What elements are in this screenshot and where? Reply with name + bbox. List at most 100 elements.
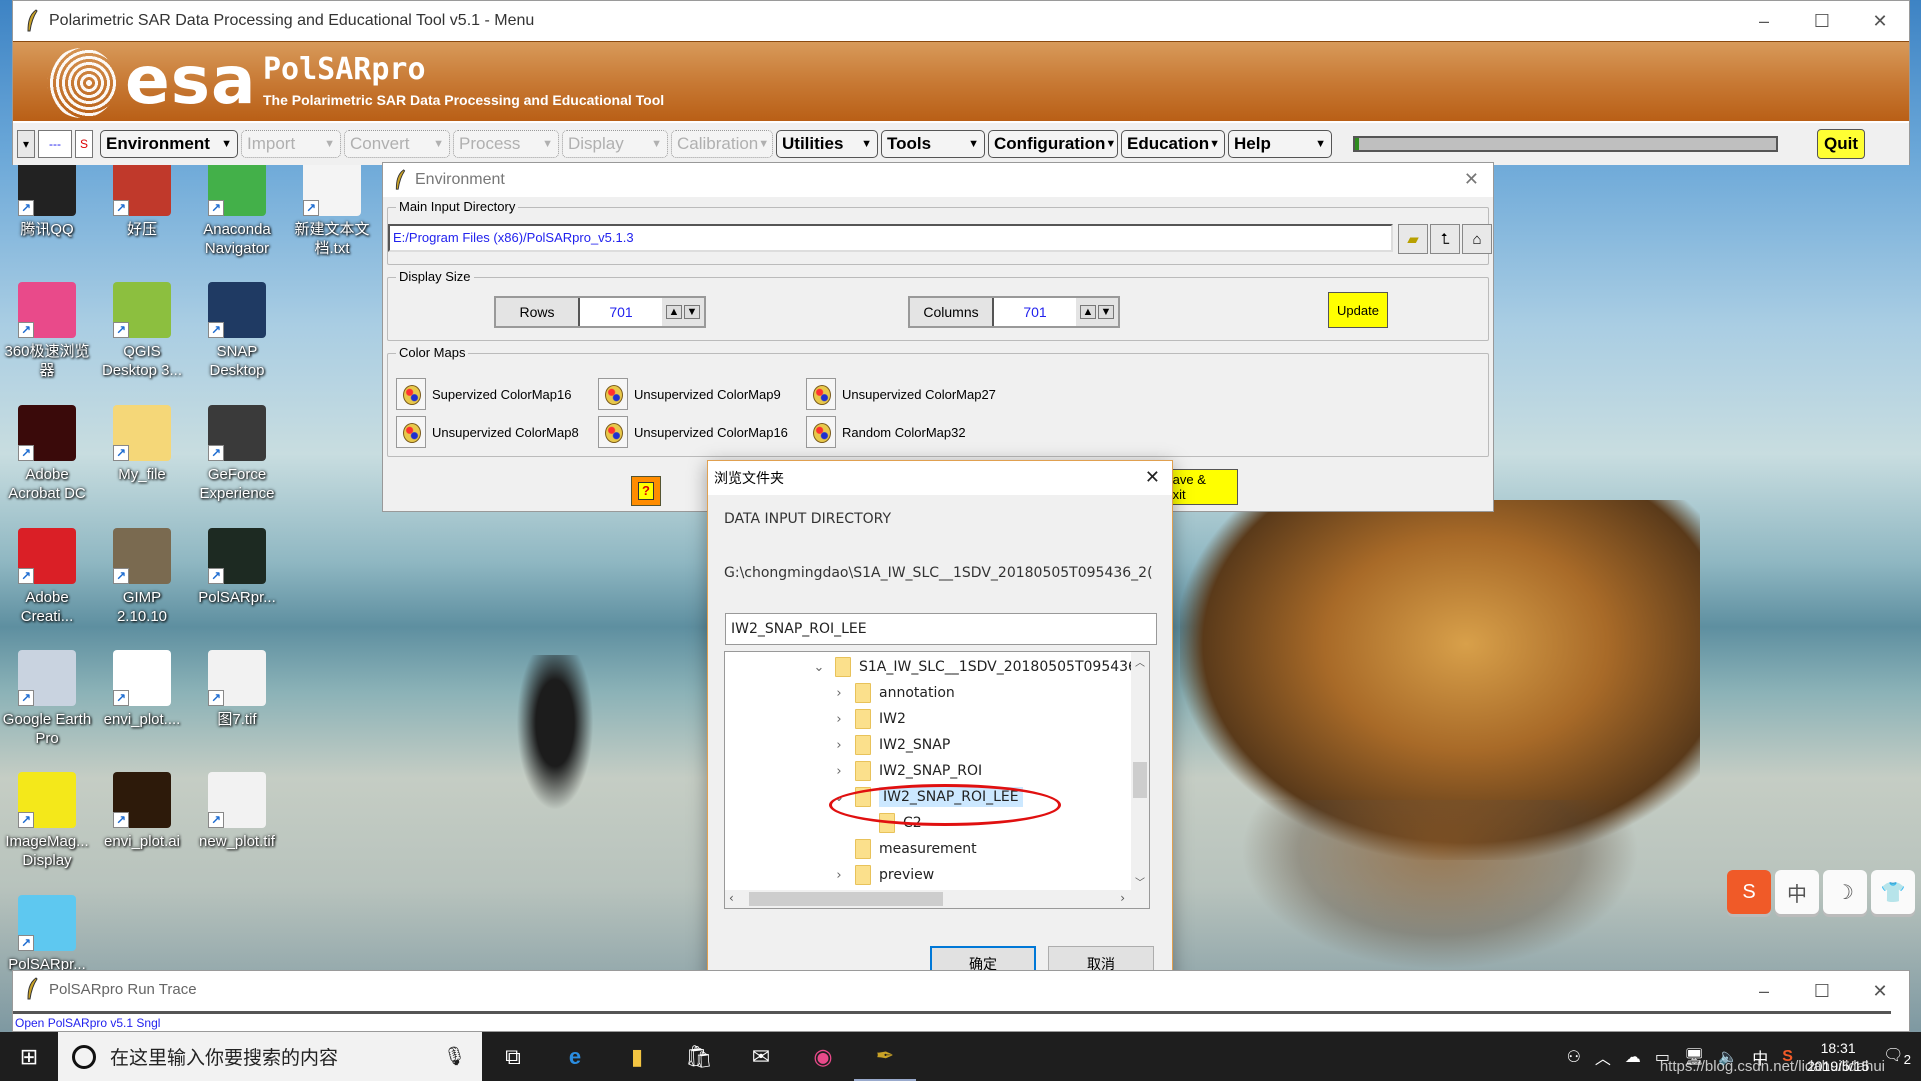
mode-field[interactable]: --- [38,130,72,158]
tree-item[interactable]: measurement [831,836,977,862]
chevron-right-icon[interactable]: › [831,868,847,883]
taskbar-search[interactable]: 在这里输入你要搜索的内容 🎙 [58,1032,482,1081]
microphone-icon[interactable]: 🎙 [443,1046,466,1067]
menu-import[interactable]: Import ▼ [241,130,341,158]
save-exit-button[interactable]: Save & Exit [1163,469,1238,505]
desktop-icon[interactable]: ↗ SNAP Desktop [191,282,283,380]
onedrive-icon[interactable]: ☁ [1625,1047,1641,1067]
chevron-right-icon[interactable]: › [831,764,847,779]
task-view-button[interactable]: ⧉ [482,1032,544,1081]
tree-item[interactable]: › annotation [831,680,955,706]
mail-button[interactable]: ✉ [730,1032,792,1081]
colormap-button[interactable]: Unsupervized ColorMap8 [396,416,579,448]
columns-spinbox[interactable]: Columns 701 ▲ ▼ [908,296,1120,328]
desktop-icon[interactable]: ↗ 图7.tif [191,650,283,729]
trace-maximize-button[interactable]: ☐ [1793,971,1851,1011]
desktop-icon[interactable]: ↗ 腾讯QQ [1,160,93,239]
palette-icon[interactable] [598,416,628,448]
tree-item[interactable]: ⌄ S1A_IW_SLC__1SDV_20180505T095436 [811,654,1137,680]
close-button[interactable]: ✕ [1851,1,1909,41]
browse-folder-button[interactable]: ▰ [1398,224,1428,254]
scroll-down-icon[interactable]: ﹀ [1131,874,1149,889]
scroll-left-icon[interactable]: ‹ [729,891,734,905]
tree-vscroll-thumb[interactable] [1133,762,1147,798]
menu-education[interactable]: Education ▼ [1121,130,1225,158]
desktop-icon[interactable]: ↗ GeForce Experience [191,405,283,503]
menu-convert[interactable]: Convert ▼ [344,130,450,158]
store-button[interactable]: 🛍 [668,1032,730,1081]
notifications-icon[interactable]: 🗨2 [1883,1045,1911,1067]
maximize-button[interactable]: ☐ [1793,1,1851,41]
polsarpro-taskbar-button[interactable]: ✒ [854,1032,916,1081]
rows-increment-button[interactable]: ▲ [666,305,682,319]
show-hidden-icons-icon[interactable]: ︿ [1595,1045,1611,1069]
quit-button[interactable]: Quit [1817,129,1865,159]
chevron-right-icon[interactable]: › [831,712,847,727]
menu-display[interactable]: Display ▼ [562,130,668,158]
edge-button[interactable]: e [544,1032,606,1081]
browser-360-button[interactable]: ◉ [792,1032,854,1081]
menu-calibration[interactable]: Calibration ▼ [671,130,773,158]
tree-hscroll-thumb[interactable] [749,892,943,906]
desktop-icon[interactable]: ↗ My_file [96,405,188,484]
colormap-button[interactable]: Unsupervized ColorMap16 [598,416,788,448]
desktop-icon[interactable]: ↗ Google Earth Pro [1,650,93,748]
scroll-up-icon[interactable]: ︿ [1131,654,1149,669]
palette-icon[interactable] [396,378,426,410]
shirt-icon[interactable]: 👕 [1871,870,1915,914]
menu-help[interactable]: Help ▼ [1228,130,1332,158]
parent-directory-button[interactable]: ⮤ [1430,224,1460,254]
trace-close-button[interactable]: ✕ [1851,971,1909,1011]
folder-name-input[interactable]: IW2_SNAP_ROI_LEE [725,613,1157,645]
tree-item[interactable]: › IW2_SNAP_ROI [831,758,982,784]
chevron-down-icon[interactable]: ⌄ [811,660,827,675]
desktop-icon[interactable]: ↗ new_plot.tif [191,772,283,851]
menu-utilities[interactable]: Utilities ▼ [776,130,878,158]
chinese-mode-icon[interactable]: 中 [1775,870,1819,914]
palette-icon[interactable] [806,378,836,410]
chevron-right-icon[interactable]: › [831,738,847,753]
colormap-button[interactable]: Unsupervized ColorMap9 [598,378,781,410]
help-button[interactable]: ? [631,476,661,506]
home-directory-button[interactable]: ⌂ [1462,224,1492,254]
desktop-icon[interactable]: ↗ envi_plot.... [96,650,188,729]
desktop-icon[interactable]: ↗ envi_plot.ai [96,772,188,851]
main-input-directory-field[interactable]: E:/Program Files (x86)/PolSARpro_v5.1.3 [388,224,1393,252]
file-explorer-button[interactable]: ▮ [606,1032,668,1081]
moon-icon[interactable]: ☽ [1823,870,1867,914]
desktop-icon[interactable]: ↗ 好压 [96,160,188,239]
tree-item[interactable]: › IW2_SNAP [831,732,950,758]
columns-decrement-button[interactable]: ▼ [1098,305,1114,319]
desktop-icon[interactable]: ↗ 新建文本文档.txt [286,160,378,258]
rows-decrement-button[interactable]: ▼ [684,305,700,319]
rows-value[interactable]: 701 [580,298,662,326]
desktop-icon[interactable]: ↗ Adobe Acrobat DC [1,405,93,503]
rows-spinbox[interactable]: Rows 701 ▲ ▼ [494,296,706,328]
update-button[interactable]: Update [1328,292,1388,328]
colormap-button[interactable]: Random ColorMap32 [806,416,966,448]
folder-tree[interactable]: ⌄ S1A_IW_SLC__1SDV_20180505T095436 › annota… [724,651,1150,909]
menu-environment[interactable]: Environment ▼ [100,130,238,158]
environment-close-button[interactable]: ✕ [1464,169,1479,190]
desktop-icon[interactable]: ↗ PolSARpr... [191,528,283,607]
tree-vertical-scrollbar[interactable]: ︿ ﹀ [1131,652,1149,892]
palette-icon[interactable] [806,416,836,448]
people-icon[interactable]: ⚇ [1567,1047,1581,1067]
desktop-icon[interactable]: ↗ Anaconda Navigator [191,160,283,258]
desktop-icon[interactable]: ↗ PolSARpr... [1,895,93,974]
start-button[interactable]: ⊞ [0,1032,58,1081]
desktop-icon[interactable]: ↗ Adobe Creati... [1,528,93,626]
desktop-icon[interactable]: ↗ ImageMag... Display [1,772,93,870]
scroll-right-icon[interactable]: › [1120,891,1125,905]
desktop-icon[interactable]: ↗ QGIS Desktop 3... [96,282,188,380]
menu-tools[interactable]: Tools ▼ [881,130,985,158]
desktop-icon[interactable]: ↗ 360极速浏览器 [1,282,93,380]
chevron-right-icon[interactable]: › [831,686,847,701]
tree-horizontal-scrollbar[interactable]: ‹ › [725,890,1149,908]
tree-item[interactable]: › IW2 [831,706,906,732]
columns-increment-button[interactable]: ▲ [1080,305,1096,319]
mode-dropdown-arrow[interactable]: ▾ [17,130,35,158]
trace-minimize-button[interactable]: – [1735,971,1793,1011]
minimize-button[interactable]: – [1735,1,1793,41]
menu-configuration[interactable]: Configuration ▼ [988,130,1118,158]
